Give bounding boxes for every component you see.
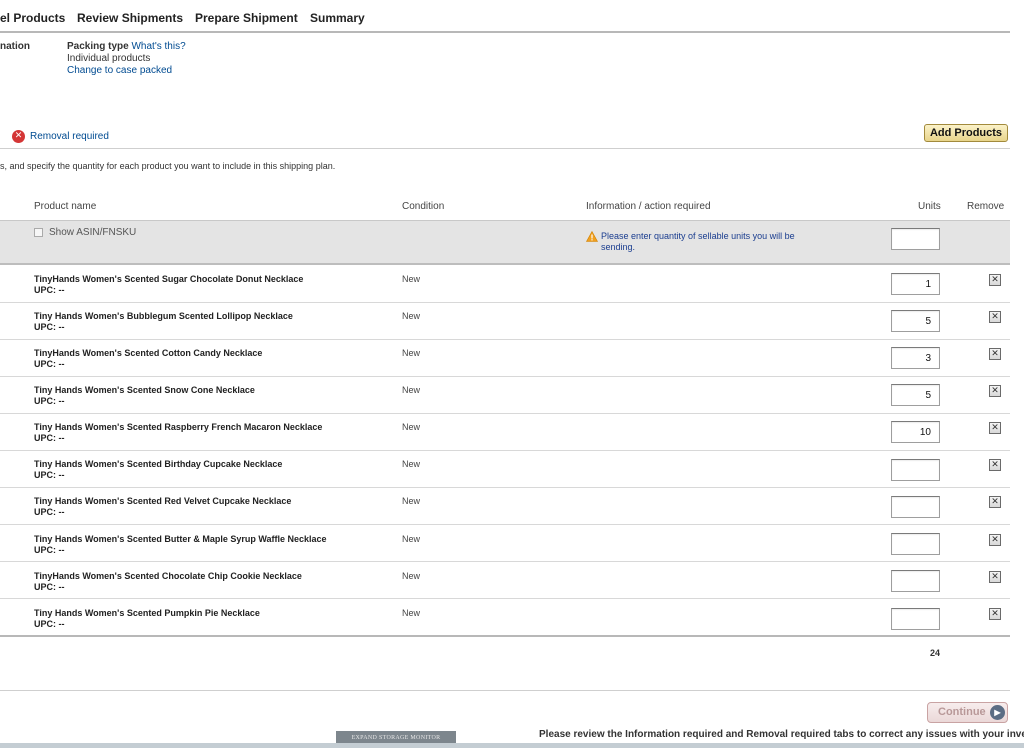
product-name: Tiny Hands Women's Scented Raspberry Fre… [34, 422, 323, 432]
product-name: Tiny Hands Women's Bubblegum Scented Lol… [34, 311, 293, 321]
remove-icon[interactable]: ✕ [989, 311, 1001, 323]
warning-message: Please enter quantity of sellable units … [601, 231, 795, 252]
arrow-right-icon: ▶ [990, 705, 1005, 720]
product-condition: New [402, 459, 421, 469]
remove-icon[interactable]: ✕ [989, 534, 1001, 546]
bottom-bar [0, 743, 1024, 748]
tab-summary[interactable]: Summary [310, 11, 365, 25]
units-input[interactable] [891, 459, 940, 481]
review-message: Please review the Information required a… [539, 729, 1024, 740]
product-upc: UPC: -- [34, 470, 65, 480]
tab-set-quantity[interactable]: el Products [0, 11, 65, 25]
removal-required-label: Removal required [30, 131, 109, 142]
packing-type-block: Packing type What's this? Individual pro… [67, 41, 186, 77]
product-upc: UPC: -- [34, 285, 65, 295]
tab-review-shipments[interactable]: Review Shipments [77, 11, 183, 25]
remove-icon[interactable]: ✕ [989, 608, 1001, 620]
product-condition: New [402, 422, 421, 432]
units-input[interactable] [891, 533, 940, 555]
product-name: Tiny Hands Women's Scented Red Velvet Cu… [34, 496, 292, 506]
product-name: Tiny Hands Women's Scented Birthday Cupc… [34, 459, 283, 469]
product-name: TinyHands Women's Scented Chocolate Chip… [34, 571, 302, 581]
bulk-units-input[interactable] [891, 228, 940, 250]
product-name: Tiny Hands Women's Scented Pumpkin Pie N… [34, 608, 260, 618]
product-upc: UPC: -- [34, 359, 65, 369]
ship-from-label: nation [0, 41, 30, 52]
removal-required-tab[interactable]: ✕ Removal required [12, 130, 109, 143]
table-row [0, 488, 1010, 525]
product-name: TinyHands Women's Scented Cotton Candy N… [34, 348, 263, 358]
product-condition: New [402, 496, 421, 506]
units-input[interactable] [891, 496, 940, 518]
remove-icon[interactable]: ✕ [989, 348, 1001, 360]
warning-icon [586, 231, 598, 242]
table-row [0, 600, 1010, 637]
units-input[interactable] [891, 310, 940, 332]
workflow-tabs: el Products Review Shipments Prepare Shi… [0, 0, 1010, 33]
units-input[interactable] [891, 347, 940, 369]
remove-icon[interactable]: ✕ [989, 459, 1001, 471]
product-condition: New [402, 608, 421, 618]
product-upc: UPC: -- [34, 322, 65, 332]
product-upc: UPC: -- [34, 545, 65, 555]
product-name: Tiny Hands Women's Scented Butter & Mapl… [34, 534, 327, 544]
remove-icon[interactable]: ✕ [989, 496, 1001, 508]
show-asin-checkbox[interactable] [34, 228, 43, 237]
divider [0, 690, 1010, 691]
product-upc: UPC: -- [34, 619, 65, 629]
product-condition: New [402, 534, 421, 544]
product-condition: New [402, 274, 421, 284]
col-information: Information / action required [586, 201, 711, 212]
table-row [0, 266, 1010, 303]
units-input[interactable] [891, 421, 940, 443]
units-input[interactable] [891, 608, 940, 630]
product-name: Tiny Hands Women's Scented Snow Cone Nec… [34, 385, 255, 395]
product-condition: New [402, 311, 421, 321]
tab-prepare-shipment[interactable]: Prepare Shipment [195, 11, 298, 25]
col-condition: Condition [402, 201, 445, 212]
whats-this-link[interactable]: What's this? [131, 41, 185, 52]
product-name: TinyHands Women's Scented Sugar Chocolat… [34, 274, 304, 284]
remove-icon[interactable]: ✕ [989, 571, 1001, 583]
table-row [0, 303, 1010, 340]
packing-type-value: Individual products [67, 53, 151, 64]
divider [0, 148, 1010, 149]
continue-label: Continue [938, 706, 986, 718]
table-row [0, 340, 1010, 377]
product-condition: New [402, 385, 421, 395]
product-condition: New [402, 571, 421, 581]
add-products-button[interactable]: Add Products [924, 124, 1008, 142]
remove-icon[interactable]: ✕ [989, 385, 1001, 397]
product-upc: UPC: -- [34, 582, 65, 592]
table-row [0, 377, 1010, 414]
packing-type-label: Packing type [67, 41, 129, 52]
product-upc: UPC: -- [34, 433, 65, 443]
product-condition: New [402, 348, 421, 358]
change-to-case-packed-link[interactable]: Change to case packed [67, 65, 186, 77]
total-units: 24 [930, 648, 941, 658]
table-row [0, 451, 1010, 488]
filter-row [0, 220, 1010, 265]
remove-icon[interactable]: ✕ [989, 274, 1001, 286]
product-upc: UPC: -- [34, 396, 65, 406]
instructions-text: s, and specify the quantity for each pro… [0, 161, 336, 171]
error-icon: ✕ [12, 130, 25, 143]
units-input[interactable] [891, 273, 940, 295]
show-asin-label: Show ASIN/FNSKU [49, 227, 137, 238]
col-product-name: Product name [34, 201, 97, 212]
table-row [0, 414, 1010, 451]
units-input[interactable] [891, 384, 940, 406]
remove-icon[interactable]: ✕ [989, 422, 1001, 434]
continue-button[interactable]: Continue ▶ [927, 702, 1008, 723]
col-units: Units [918, 201, 941, 212]
units-input[interactable] [891, 570, 940, 592]
col-remove: Remove [967, 201, 1005, 212]
product-upc: UPC: -- [34, 507, 65, 517]
